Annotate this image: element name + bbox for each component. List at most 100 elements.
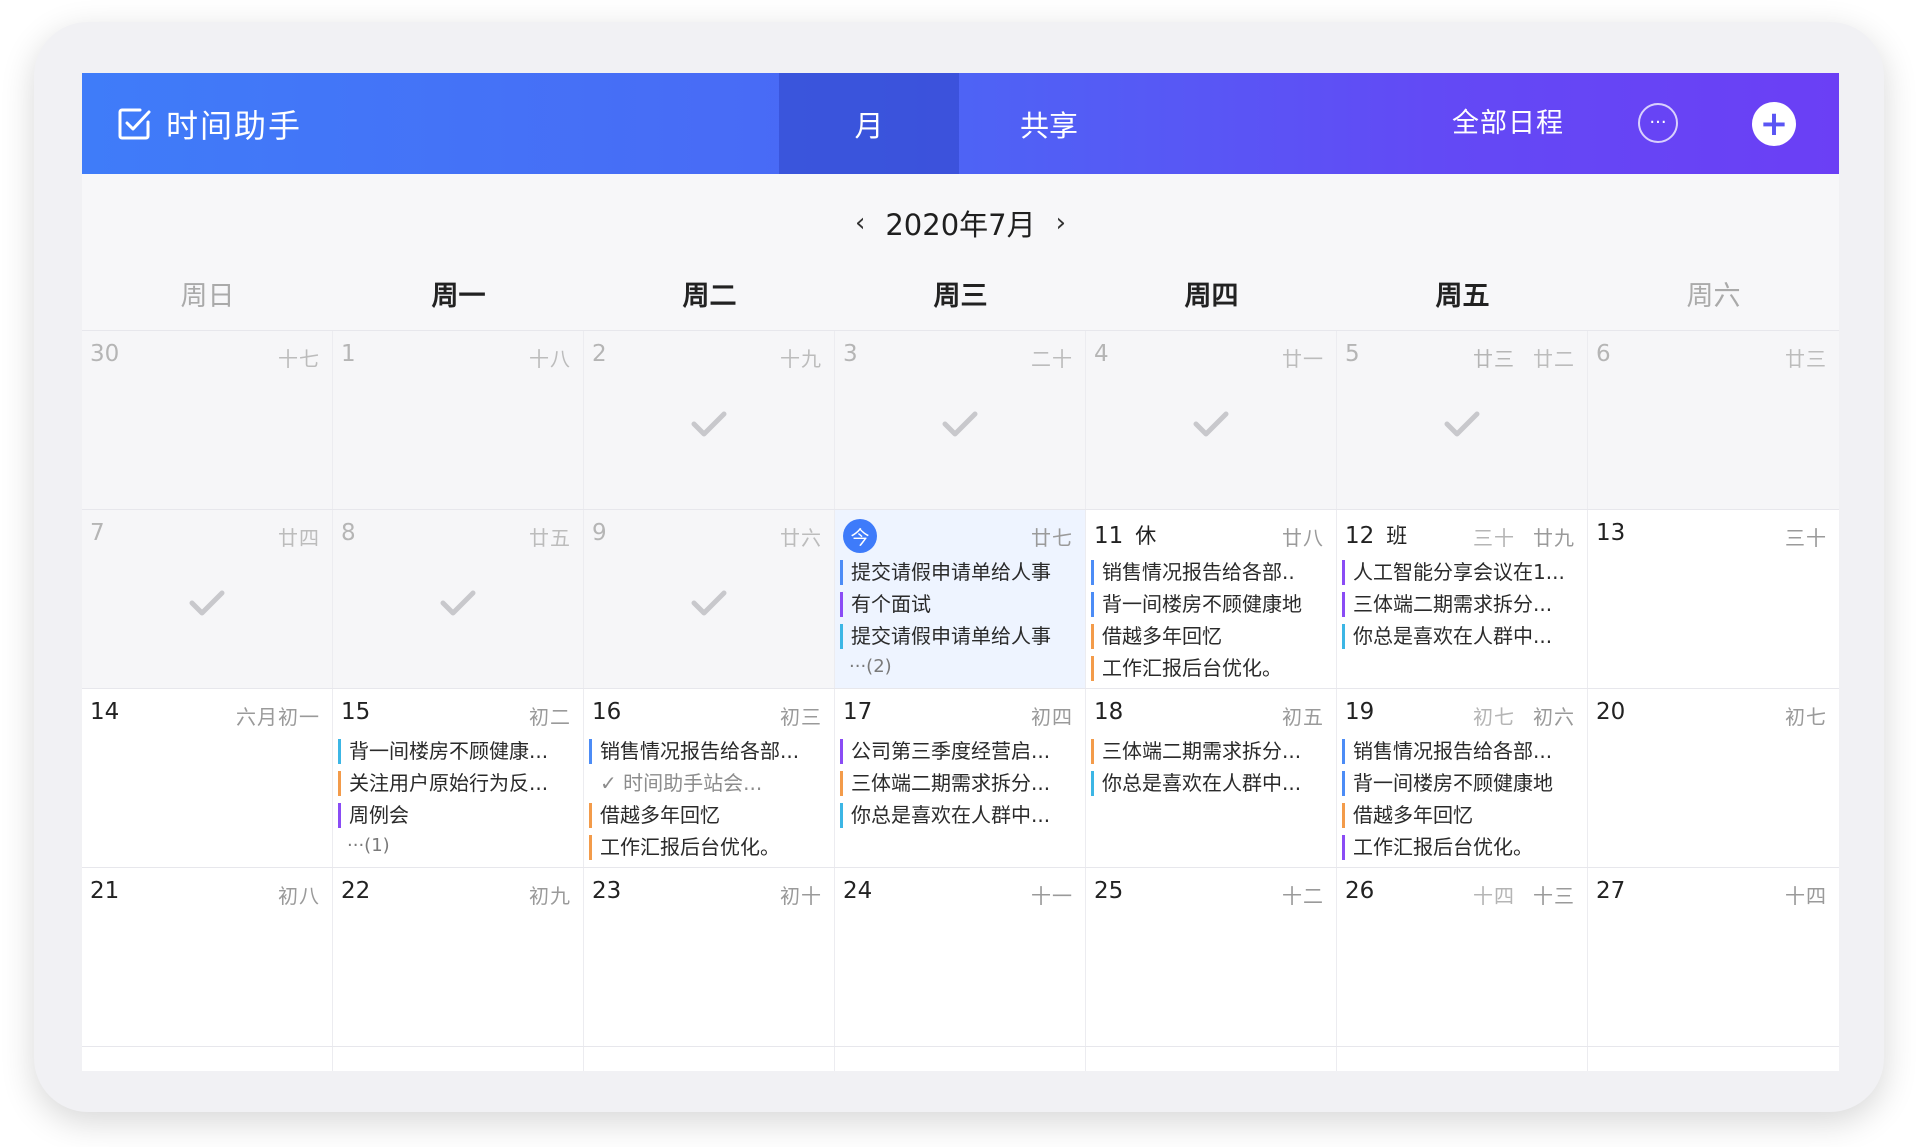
lunar-date-text: 初四 [1031, 705, 1073, 729]
lunar-date-text: 初七 [1785, 705, 1827, 729]
calendar-day-cell[interactable]: 17 初四 公司第三季度经营启... 三体端二期需求拆分... 你总是喜欢在人群中... [835, 689, 1086, 867]
calendar-day-cell[interactable] [584, 1047, 835, 1071]
calendar-day-cell[interactable]: 6 廿三 [1588, 331, 1839, 509]
lunar-date-text: 十一 [1031, 884, 1073, 908]
next-month-icon[interactable]: › [1036, 208, 1086, 238]
tab-month[interactable]: 月 [779, 73, 959, 174]
lunar-date-text: 六月初一 [236, 705, 320, 729]
weekday-thu: 周四 [1184, 281, 1239, 312]
event-item[interactable]: 工作汇报后台优化。 [1342, 835, 1583, 860]
lunar-date: 初九 [529, 880, 571, 909]
calendar-day-cell[interactable]: 27 十四 [1588, 868, 1839, 1046]
event-item[interactable]: 背一间楼房不顾健康地 [1091, 592, 1332, 617]
calendar-day-cell[interactable]: 19 初七 初六 销售情况报告给各部... 背一间楼房不顾健康地 借越多年回忆 工作汇报后台… [1337, 689, 1588, 867]
prev-month-icon[interactable]: ‹ [835, 208, 885, 238]
event-item[interactable]: 三体端二期需求拆分... [840, 771, 1081, 796]
event-item[interactable]: 三体端二期需求拆分... [1342, 592, 1583, 617]
calendar-day-cell[interactable]: 12 班 三十 廿九 人工智能分享会议在1... 三体端二期需求拆分... 你总是喜欢在人群… [1337, 510, 1588, 688]
calendar-week-row: 14 六月初一 15 初二 背一间楼房不顾健康... 关注用户原始行为反... 周例会 ···… [82, 688, 1839, 867]
calendar-day-cell[interactable] [1337, 1047, 1588, 1071]
month-label: 2020年7月 [885, 208, 1036, 242]
calendar-day-cell[interactable]: 22 初九 [333, 868, 584, 1046]
calendar-day-cell[interactable] [1588, 1047, 1839, 1071]
event-item[interactable]: 提交请假申请单给人事 [840, 624, 1081, 649]
lunar-date: 六月初一 [236, 701, 320, 730]
day-number-text: 2 [592, 341, 607, 367]
calendar-day-cell[interactable]: 8 廿五 [333, 510, 584, 688]
more-icon[interactable]: ··· [1638, 103, 1678, 143]
calendar-day-cell[interactable]: 1 十八 [333, 331, 584, 509]
weekday-sun: 周日 [180, 281, 235, 312]
lunar-date: 十九 [780, 343, 822, 372]
event-item[interactable]: 销售情况报告给各部... [1342, 739, 1583, 764]
calendar-day-cell[interactable] [1086, 1047, 1337, 1071]
calendar-day-cell[interactable]: 9 廿六 [584, 510, 835, 688]
calendar-day-cell[interactable]: 30 十七 [82, 331, 333, 509]
day-number: 1 [341, 341, 356, 367]
event-item[interactable]: 你总是喜欢在人群中... [840, 803, 1081, 828]
lunar-date-text: 初六 [1533, 705, 1575, 729]
event-item[interactable]: 销售情况报告给各部... [589, 739, 830, 764]
more-events-link[interactable]: ···(1) [338, 835, 579, 857]
event-item[interactable]: 人工智能分享会议在1... [1342, 560, 1583, 585]
day-number-text: 15 [341, 699, 371, 725]
event-item[interactable]: 周例会 [338, 803, 579, 828]
event-item[interactable]: 借越多年回忆 [1091, 624, 1332, 649]
day-number: 25 [1094, 878, 1123, 904]
event-item[interactable]: 关注用户原始行为反... [338, 771, 579, 796]
calendar-day-cell[interactable] [82, 1047, 333, 1071]
tab-share[interactable]: 共享 [959, 73, 1139, 174]
calendar-day-cell[interactable]: 2 十九 [584, 331, 835, 509]
event-item[interactable]: 借越多年回忆 [589, 803, 830, 828]
day-number: 13 [1596, 520, 1625, 546]
all-schedule-button[interactable]: 全部日程 [1452, 103, 1564, 145]
weekday-wed: 周三 [933, 281, 988, 312]
event-item[interactable]: 你总是喜欢在人群中... [1091, 771, 1332, 796]
day-number-text: 8 [341, 520, 356, 546]
event-item[interactable]: 三体端二期需求拆分... [1091, 739, 1332, 764]
calendar-day-cell[interactable]: 25 十二 [1086, 868, 1337, 1046]
event-item[interactable]: 背一间楼房不顾健康... [338, 739, 579, 764]
event-item[interactable]: 工作汇报后台优化。 [589, 835, 830, 860]
calendar-day-cell[interactable]: 14 六月初一 [82, 689, 333, 867]
calendar-day-cell[interactable] [835, 1047, 1086, 1071]
day-number-text: 6 [1596, 341, 1611, 367]
calendar-day-cell[interactable]: 4 廿一 [1086, 331, 1337, 509]
calendar-day-cell[interactable]: 24 十一 [835, 868, 1086, 1046]
calendar-day-cell[interactable]: 20 初七 [1588, 689, 1839, 867]
calendar-day-cell[interactable]: 16 初三 销售情况报告给各部... ✓ 时间助手站会... 借越多年回忆 工作汇报后台优… [584, 689, 835, 867]
event-item[interactable]: 背一间楼房不顾健康地 [1342, 771, 1583, 796]
calendar-day-cell[interactable]: 26 十四 十三 [1337, 868, 1588, 1046]
add-event-button[interactable]: + [1752, 102, 1796, 146]
calendar-day-today[interactable]: 今廿七 提交请假申请单给人事 有个面试 提交请假申请单给人事 ···(2) [835, 510, 1086, 688]
day-number-text: 7 [90, 520, 105, 546]
event-item[interactable]: 你总是喜欢在人群中... [1342, 624, 1583, 649]
calendar-day-cell[interactable]: 15 初二 背一间楼房不顾健康... 关注用户原始行为反... 周例会 ···(1) [333, 689, 584, 867]
event-item[interactable]: 公司第三季度经营启... [840, 739, 1081, 764]
event-item[interactable]: 工作汇报后台优化。 [1091, 656, 1332, 681]
day-number: 7 [90, 520, 105, 546]
more-events-link[interactable]: ···(2) [840, 656, 1081, 678]
calendar-day-cell[interactable]: 18 初五 三体端二期需求拆分... 你总是喜欢在人群中... [1086, 689, 1337, 867]
weekday-tue: 周二 [682, 281, 737, 312]
calendar-day-cell[interactable]: 11 休 廿八 销售情况报告给各部.. 背一间楼房不顾健康地 借越多年回忆 工作汇报后台优化… [1086, 510, 1337, 688]
event-item[interactable]: ✓ 时间助手站会... [589, 771, 830, 796]
calendar-day-cell[interactable]: 7 廿四 [82, 510, 333, 688]
calendar-day-cell[interactable]: 23 初十 [584, 868, 835, 1046]
calendar-day-cell[interactable] [333, 1047, 584, 1071]
lunar-date-text: 初九 [529, 884, 571, 908]
lunar-date: 初七 [1785, 701, 1827, 730]
day-number-text: 22 [341, 878, 371, 904]
calendar-day-cell[interactable]: 21 初八 [82, 868, 333, 1046]
event-item[interactable]: 提交请假申请单给人事 [840, 560, 1081, 585]
today-badge: 今 [843, 519, 877, 553]
day-number: 26 [1345, 878, 1374, 904]
calendar-day-cell[interactable]: 13 三十 [1588, 510, 1839, 688]
calendar-day-cell[interactable]: 5 廿三 廿二 [1337, 331, 1588, 509]
day-number-text: 11 [1094, 523, 1124, 549]
day-number: 24 [843, 878, 872, 904]
event-item[interactable]: 销售情况报告给各部.. [1091, 560, 1332, 585]
calendar-day-cell[interactable]: 3 二十 [835, 331, 1086, 509]
event-item[interactable]: 有个面试 [840, 592, 1081, 617]
event-item[interactable]: 借越多年回忆 [1342, 803, 1583, 828]
